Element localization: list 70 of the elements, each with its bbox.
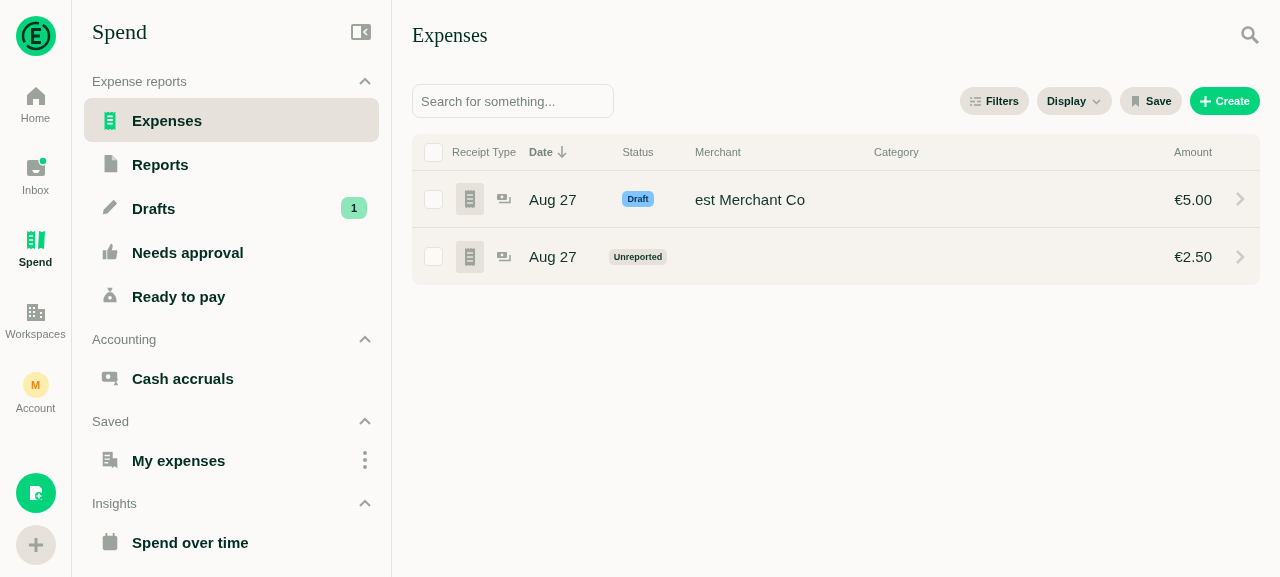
filter-icon — [969, 95, 981, 107]
sidebar-item[interactable]: Drafts 1 — [84, 186, 379, 230]
sidebar-item-label: Spend over time — [132, 533, 250, 551]
save-button[interactable]: Save — [1120, 87, 1182, 115]
display-button[interactable]: Display — [1036, 87, 1113, 115]
filters-button[interactable]: Filters — [959, 87, 1029, 115]
sidebar-item-label: Needs approval — [132, 243, 245, 261]
collapse-sidebar-icon[interactable] — [351, 24, 371, 40]
calendar-icon — [100, 532, 120, 552]
column-header[interactable]: Merchant — [667, 146, 874, 158]
chevron-up-icon[interactable] — [359, 499, 371, 507]
add-button[interactable] — [15, 525, 56, 565]
sidebar-item[interactable]: Cash accruals — [84, 356, 379, 400]
plus-icon — [1199, 95, 1211, 107]
sidebar-item[interactable]: Expenses — [84, 98, 379, 142]
sidebar-title: Spend — [92, 19, 147, 45]
search-icon[interactable] — [1240, 25, 1260, 45]
nav-rail-item[interactable]: M Account — [0, 366, 72, 438]
sidebar-item[interactable]: My expenses — [84, 438, 379, 482]
sidebar-item[interactable]: Reports — [84, 142, 379, 186]
section-heading: Insights — [92, 495, 137, 511]
nav-rail-item[interactable]: Workspaces — [0, 294, 72, 366]
sidebar-item-label: Ready to pay — [132, 287, 227, 305]
sidebar-item-label: Cash accruals — [132, 369, 235, 387]
table-cell-text: €5.00 — [1173, 190, 1212, 208]
sidebar-item[interactable]: Ready to pay — [84, 274, 379, 318]
chevron-up-icon[interactable] — [359, 417, 371, 425]
bookmark-icon — [1130, 95, 1142, 107]
nav-rail-item[interactable]: Inbox — [0, 150, 72, 222]
search-field[interactable]: Search for something... — [412, 84, 614, 118]
count-badge: 1 — [340, 197, 367, 219]
page-title: Expenses — [412, 23, 488, 47]
column-header[interactable]: Category — [874, 146, 1112, 158]
chevron-up-icon[interactable] — [359, 77, 371, 85]
sidebar-item-label: Reports — [132, 155, 190, 173]
section-heading: Expense reports — [92, 73, 187, 89]
status-badge: Unreported — [608, 248, 668, 265]
column-header[interactable]: Receipt Type — [452, 146, 529, 158]
row-checkbox[interactable] — [424, 247, 443, 266]
sidebar-item[interactable]: Spend over time — [84, 520, 379, 564]
logo-icon — [15, 16, 56, 56]
column-header[interactable]: Status — [609, 146, 667, 158]
table-cell-text: Aug 27 — [529, 190, 578, 208]
chevron-right-icon[interactable] — [1235, 248, 1245, 265]
sidebar-item-label: My expenses — [132, 451, 227, 469]
column-header[interactable]: Amount — [1112, 146, 1212, 158]
sidebar-item[interactable]: Needs approval — [84, 230, 379, 274]
sidebar-item-label: Expenses — [132, 111, 204, 129]
thumbs-up-icon — [100, 242, 120, 262]
chevron-up-icon[interactable] — [359, 335, 371, 343]
cash-icon — [496, 250, 512, 263]
section-heading: Saved — [92, 413, 129, 429]
new-expense-button[interactable] — [15, 473, 56, 513]
nav-rail-item[interactable]: Home — [0, 78, 72, 150]
row-checkbox[interactable] — [424, 189, 443, 209]
table-cell-text: est Merchant Co — [694, 190, 807, 208]
avatar: M — [22, 372, 49, 398]
nav-rail-item[interactable]: Spend — [0, 222, 72, 294]
section-heading: Accounting — [92, 331, 157, 347]
column-header[interactable]: Date — [529, 146, 609, 158]
table-cell-text: €2.50 — [1173, 248, 1212, 265]
chevron-right-icon[interactable] — [1235, 191, 1245, 207]
arrow-down-icon — [556, 146, 567, 158]
sidebar-item-label: Drafts — [132, 199, 177, 217]
receipt-icon — [100, 450, 120, 470]
more-icon[interactable] — [363, 450, 367, 470]
table-cell-text: Aug 27 — [529, 248, 578, 265]
status-badge: Draft — [622, 191, 654, 207]
select-all-checkbox[interactable] — [424, 142, 443, 162]
cash-icon — [496, 193, 512, 205]
